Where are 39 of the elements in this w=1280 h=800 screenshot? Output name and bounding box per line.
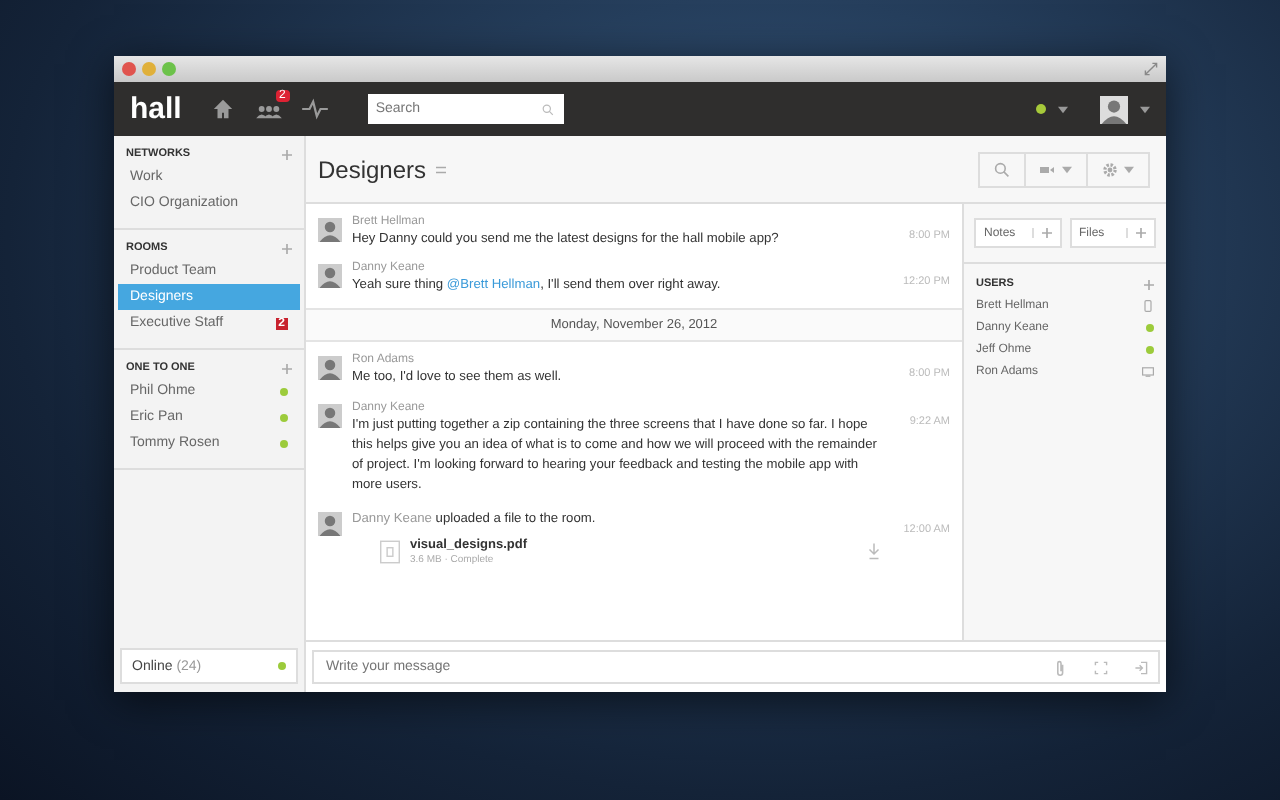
paperclip-icon[interactable]	[1054, 659, 1068, 675]
room-title: Designers	[318, 155, 427, 183]
status-dot[interactable]	[1036, 104, 1046, 114]
caret-icon	[1124, 165, 1134, 173]
search-icon	[541, 103, 554, 115]
online-dot	[1146, 323, 1154, 331]
caret-icon	[1062, 165, 1072, 173]
file-icon	[380, 539, 400, 564]
zoom-button[interactable]	[162, 62, 176, 76]
plus-icon	[1041, 228, 1051, 238]
activity-icon[interactable]	[301, 98, 328, 120]
avatar-icon	[318, 264, 342, 289]
expand-icon[interactable]	[1094, 659, 1108, 675]
caret-icon[interactable]	[1058, 105, 1068, 113]
plus-icon	[1136, 228, 1146, 238]
plus-icon[interactable]	[282, 149, 292, 159]
phone-icon	[1142, 299, 1154, 311]
plus-icon[interactable]	[1144, 279, 1154, 289]
menu-icon[interactable]	[436, 165, 447, 173]
search-icon	[994, 161, 1010, 177]
monitor-icon	[1142, 365, 1154, 377]
avatar-icon	[318, 511, 342, 536]
plus-icon[interactable]	[282, 363, 292, 373]
plus-icon[interactable]	[282, 243, 292, 253]
avatar-icon	[318, 218, 342, 242]
avatar-icon	[318, 403, 342, 428]
caret-icon[interactable]	[1140, 105, 1150, 113]
video-camera-icon	[1040, 161, 1056, 177]
avatar-icon[interactable]	[1100, 95, 1128, 123]
close-button[interactable]	[122, 62, 136, 76]
send-icon[interactable]	[1134, 659, 1148, 675]
logo: hall	[130, 92, 182, 126]
avatar-icon	[318, 356, 342, 381]
fullscreen-icon[interactable]	[1144, 62, 1158, 76]
settings-icon	[1102, 161, 1118, 177]
home-icon[interactable]	[209, 98, 236, 120]
online-dot	[1146, 345, 1154, 353]
download-icon[interactable]	[868, 542, 880, 561]
minimize-button[interactable]	[142, 62, 156, 76]
